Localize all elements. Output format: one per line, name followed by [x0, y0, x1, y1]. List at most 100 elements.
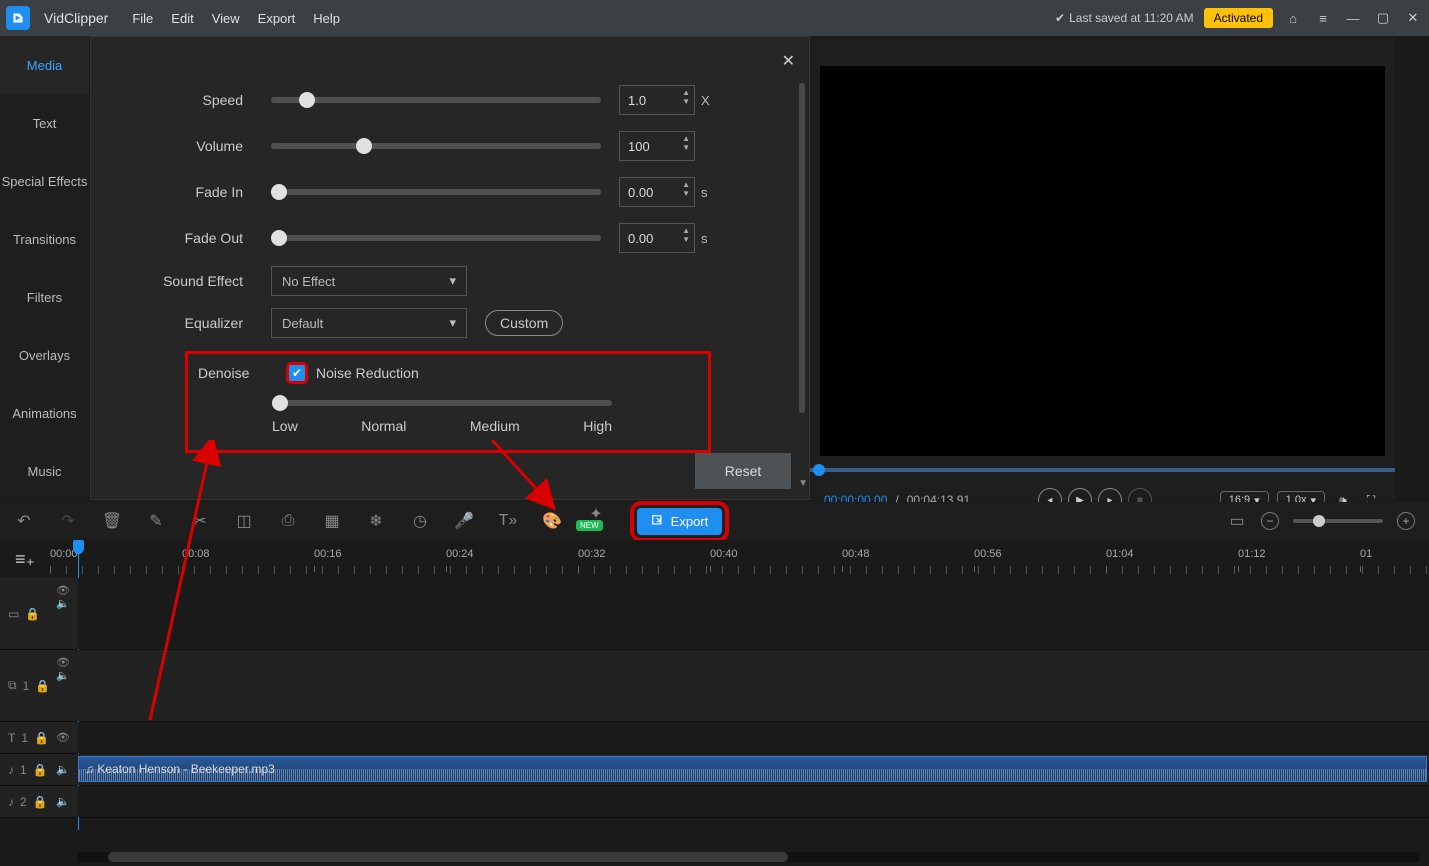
export-button[interactable]: Export	[637, 508, 723, 535]
fadein-slider[interactable]	[271, 189, 601, 195]
overlay-track-head[interactable]: ⧉1 🔒 👁🔈	[0, 650, 78, 721]
volume-label: Volume	[91, 138, 271, 154]
lock-icon[interactable]: 🔒	[34, 731, 49, 745]
undo-icon[interactable]: ↶	[14, 511, 34, 531]
zoom-slider[interactable]	[1293, 519, 1383, 523]
ruler-mark: 00:24	[446, 548, 474, 560]
speaker-icon[interactable]: 🔈	[56, 795, 70, 808]
menu-export[interactable]: Export	[258, 11, 296, 26]
close-icon[interactable]: ✕	[1403, 10, 1423, 26]
sidebar-item-transitions[interactable]: Transitions	[0, 210, 89, 268]
sidebar-item-music[interactable]: Music	[0, 442, 89, 500]
text-track: T1 🔒 👁	[0, 722, 1429, 754]
lock-icon[interactable]: 🔒	[25, 607, 40, 621]
redo-icon[interactable]: ↷	[58, 511, 78, 531]
lock-icon[interactable]: 🔒	[33, 763, 48, 777]
cut-icon[interactable]: ✂	[190, 511, 210, 531]
ruler-mark: 00:32	[578, 548, 606, 560]
eye-icon[interactable]: 👁🔈	[56, 656, 70, 682]
crop-icon[interactable]: ◫	[234, 511, 254, 531]
menu-file[interactable]: File	[132, 11, 153, 26]
freeze-icon[interactable]: ❄	[366, 511, 386, 531]
text-track-head[interactable]: T1 🔒 👁	[0, 722, 78, 753]
eye-icon[interactable]: 👁🔈	[56, 584, 70, 610]
timeline-toolbar: ↶ ↷ 🗑 ✎ ✂ ◫ ⎙ ▦ ❄ ◷ 🎤 T» 🎨 ✦NEW Export ▭…	[0, 502, 1429, 540]
noise-reduction-label: Noise Reduction	[316, 365, 419, 381]
sidebar-item-animations[interactable]: Animations	[0, 384, 89, 442]
equalizer-label: Equalizer	[91, 315, 271, 331]
denoise-tick-high: High	[583, 418, 612, 434]
preview-playhead[interactable]	[813, 464, 825, 476]
volume-input[interactable]: 100▲▼	[619, 131, 695, 161]
speed-slider[interactable]	[271, 97, 601, 103]
delete-icon[interactable]: 🗑	[102, 511, 122, 531]
preview-seekbar[interactable]	[810, 468, 1395, 472]
ruler-mark: 00:40	[710, 548, 738, 560]
audio-clip[interactable]: ♫ Keaton Henson - Beekeeper.mp3	[78, 756, 1427, 782]
noise-reduction-checkbox[interactable]: ✔	[288, 364, 306, 382]
music-track-1-head[interactable]: ♪1 🔒 🔈	[0, 754, 78, 785]
ruler-mark: 00:56	[974, 548, 1002, 560]
reset-button[interactable]: Reset	[695, 453, 791, 489]
sidebar-item-media[interactable]: Media	[0, 36, 89, 94]
hamburger-icon[interactable]: ≡	[1313, 11, 1333, 26]
menu-edit[interactable]: Edit	[171, 11, 193, 26]
maximize-icon[interactable]: ▢	[1373, 10, 1393, 26]
fadein-input[interactable]: 0.00▲▼	[619, 177, 695, 207]
chevron-down-icon: ▾	[449, 315, 456, 331]
speed-input[interactable]: 1.0▲▼	[619, 85, 695, 115]
new-badge: NEW	[576, 520, 603, 531]
caption-icon[interactable]: ▭	[1227, 511, 1247, 531]
equalizer-select[interactable]: Default▾	[271, 308, 467, 338]
speed-label: Speed	[91, 92, 271, 108]
menu-help[interactable]: Help	[313, 11, 340, 26]
sidebar-item-special-effects[interactable]: Special Effects	[0, 152, 89, 210]
timeline-scrollbar[interactable]	[78, 852, 1419, 862]
last-saved: ✔ Last saved at 11:20 AM	[1055, 11, 1194, 25]
minimize-icon[interactable]: —	[1343, 11, 1363, 26]
duration-icon[interactable]: ◷	[410, 511, 430, 531]
activated-badge[interactable]: Activated	[1204, 8, 1273, 28]
denoise-slider[interactable]	[272, 400, 612, 406]
soundeffect-select[interactable]: No Effect▾	[271, 266, 467, 296]
denoise-tick-medium: Medium	[470, 418, 520, 434]
music-track-2-head[interactable]: ♪2 🔒 🔈	[0, 786, 78, 817]
speaker-icon[interactable]: 🔈	[56, 763, 70, 776]
volume-slider[interactable]	[271, 143, 601, 149]
eye-icon[interactable]: 👁	[56, 731, 70, 744]
sidebar-item-text[interactable]: Text	[0, 94, 89, 152]
overlay-track-icon: ⧉	[8, 678, 17, 693]
fadeout-slider[interactable]	[271, 235, 601, 241]
text-to-speech-icon[interactable]: T»	[498, 511, 518, 531]
edit-icon[interactable]: ✎	[146, 511, 166, 531]
close-icon[interactable]: ✕	[782, 51, 795, 71]
lock-icon[interactable]: 🔒	[33, 795, 48, 809]
sidebar-item-overlays[interactable]: Overlays	[0, 326, 89, 384]
denoise-tick-low: Low	[272, 418, 298, 434]
home-icon[interactable]: ⌂	[1283, 11, 1303, 26]
lock-icon[interactable]: 🔒	[35, 679, 50, 693]
custom-button[interactable]: Custom	[485, 310, 563, 336]
denoise-tick-normal: Normal	[361, 418, 406, 434]
sidebar: Media Text Special Effects Transitions F…	[0, 36, 89, 500]
chevron-down-icon: ▾	[449, 273, 456, 289]
mosaic-icon[interactable]: ▦	[322, 511, 342, 531]
preview-video[interactable]	[820, 66, 1385, 456]
add-track-icon[interactable]: ≡₊	[0, 549, 50, 570]
fadeout-input[interactable]: 0.00▲▼	[619, 223, 695, 253]
voiceover-icon[interactable]: 🎤	[454, 511, 474, 531]
menu-view[interactable]: View	[212, 11, 240, 26]
zoom-in-icon[interactable]: +	[1397, 512, 1415, 530]
menubar: File Edit View Export Help	[132, 11, 340, 26]
time-ruler[interactable]: 00:00 00:08 00:16 00:24 00:32 00:40 00:4…	[50, 540, 1429, 578]
sidebar-item-filters[interactable]: Filters	[0, 268, 89, 326]
scroll-down-icon[interactable]: ▼	[798, 478, 808, 489]
denoise-section: Denoise ✔ Noise Reduction Low Normal Med…	[185, 351, 711, 453]
color-icon[interactable]: 🎨	[542, 511, 562, 531]
zoom-out-icon[interactable]: −	[1261, 512, 1279, 530]
fadein-label: Fade In	[91, 184, 271, 200]
video-track-head[interactable]: ▭ 🔒 👁🔈	[0, 578, 78, 649]
split-icon[interactable]: ⎙	[278, 511, 298, 531]
music-track-1: ♪1 🔒 🔈 ♫ Keaton Henson - Beekeeper.mp3	[0, 754, 1429, 786]
soundeffect-label: Sound Effect	[91, 273, 271, 289]
